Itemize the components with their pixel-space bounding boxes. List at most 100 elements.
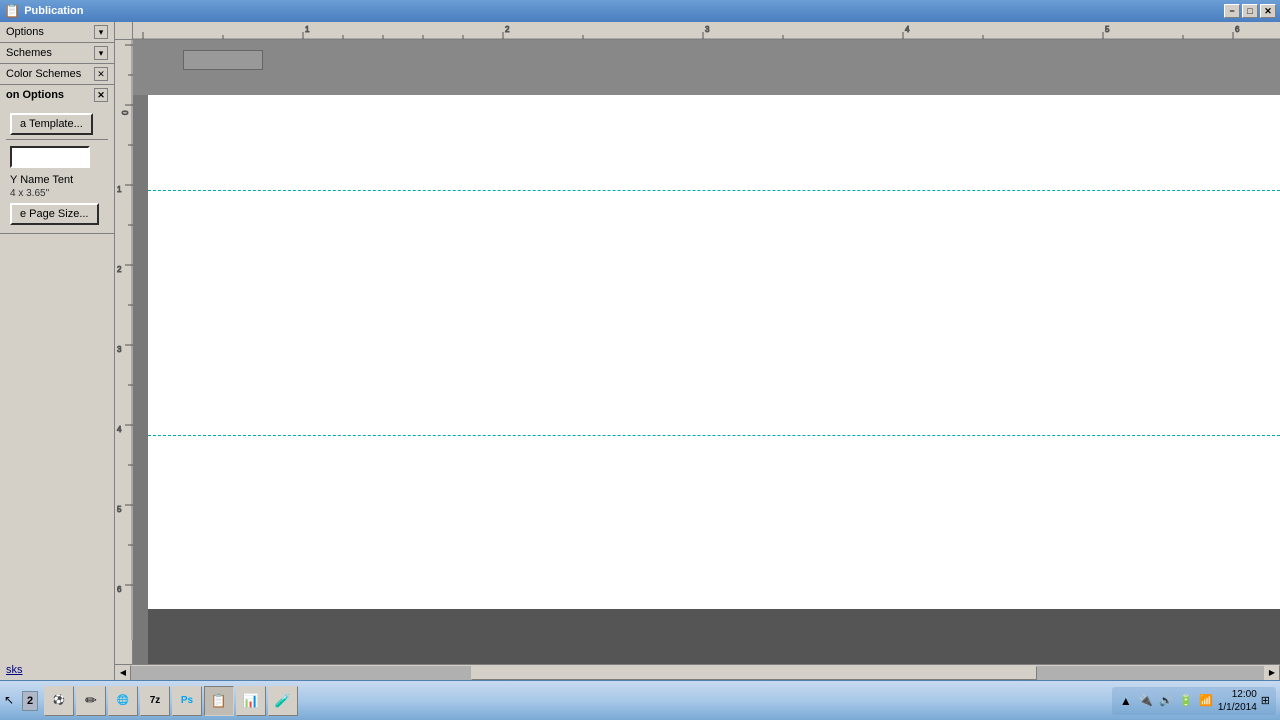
canvas-area: Ruler ticks generated by loop below 1 bbox=[115, 22, 1280, 680]
schemes-section: Schemes ▾ bbox=[0, 43, 114, 64]
taskbar-icon-ball[interactable]: ⚽ bbox=[44, 686, 74, 716]
scroll-right-btn[interactable]: ▶ bbox=[1264, 665, 1280, 681]
tray-resize-icon: ⊞ bbox=[1261, 694, 1270, 707]
options-label: Options bbox=[6, 26, 44, 38]
color-schemes-label: Color Schemes bbox=[6, 68, 81, 80]
svg-text:3: 3 bbox=[705, 25, 710, 34]
taskbar-icon-calc[interactable]: 📊 bbox=[236, 686, 266, 716]
pub-options-section: on Options ✕ a Template... Y Name Tent 4… bbox=[0, 85, 114, 234]
ball-icon: ⚽ bbox=[53, 695, 65, 706]
pub-options-title: on Options bbox=[6, 89, 64, 101]
horizontal-ruler: Ruler ticks generated by loop below 1 bbox=[133, 22, 1280, 40]
pub-size-display: 4 x 3.65" bbox=[10, 188, 104, 199]
page-area bbox=[148, 95, 1280, 609]
taskbar-icon-photoshop[interactable]: Ps bbox=[172, 686, 202, 716]
ruler-corner bbox=[115, 22, 133, 40]
taskbar-icon-pen[interactable]: ✏ bbox=[76, 686, 106, 716]
pen-icon: ✏ bbox=[85, 692, 97, 709]
color-schemes-collapse-btn[interactable]: ✕ bbox=[94, 67, 108, 81]
time-display: 12:00 bbox=[1218, 688, 1257, 701]
taskbar-icon-chrome[interactable]: 🌐 bbox=[108, 686, 138, 716]
tray-volume[interactable]: 🔊 bbox=[1158, 693, 1174, 709]
ruler-marks: 1 2 3 4 5 bbox=[133, 22, 1280, 40]
ruler-top: Ruler ticks generated by loop below 1 bbox=[115, 22, 1280, 40]
toolbar-element bbox=[183, 50, 263, 70]
color-schemes-section: Color Schemes ✕ bbox=[0, 64, 114, 85]
svg-text:4: 4 bbox=[905, 25, 910, 34]
cursor-icon: ↖ bbox=[4, 693, 20, 709]
taskbar-icon-flask[interactable]: 🧪 bbox=[268, 686, 298, 716]
svg-text:2: 2 bbox=[117, 265, 122, 274]
system-tray: ▲ 🔌 🔊 🔋 📶 12:00 1/1/2014 ⊞ bbox=[1112, 687, 1276, 715]
title-bar-controls: − □ ✕ bbox=[1224, 4, 1276, 18]
cursor-indicator: ↖ 2 bbox=[4, 691, 38, 711]
svg-text:5: 5 bbox=[117, 505, 122, 514]
tray-wifi[interactable]: 📶 bbox=[1198, 693, 1214, 709]
maximize-button[interactable]: □ bbox=[1242, 4, 1258, 18]
svg-text:1: 1 bbox=[117, 185, 122, 194]
schemes-collapse-btn[interactable]: ▾ bbox=[94, 46, 108, 60]
divider-1 bbox=[6, 139, 108, 140]
color-schemes-header[interactable]: Color Schemes ✕ bbox=[0, 64, 114, 84]
svg-text:5: 5 bbox=[1105, 25, 1110, 34]
scroll-thumb-h[interactable] bbox=[471, 666, 1038, 680]
chrome-icon: 🌐 bbox=[117, 695, 129, 706]
left-panel: Options ▾ Schemes ▾ Color Schemes ✕ bbox=[0, 22, 115, 680]
flask-icon: 🧪 bbox=[275, 693, 291, 709]
options-section: Options ▾ bbox=[0, 22, 114, 43]
svg-text:3: 3 bbox=[117, 345, 122, 354]
calc-icon: 📊 bbox=[243, 693, 259, 709]
taskbar-icon-publisher[interactable]: 📋 bbox=[204, 686, 234, 716]
main-area: Options ▾ Schemes ▾ Color Schemes ✕ bbox=[0, 22, 1280, 680]
app-icon: 📋 bbox=[4, 3, 20, 19]
app-window: 📋 Publication − □ ✕ Options ▾ Schemes bbox=[0, 0, 1280, 720]
top-gray-bar bbox=[133, 40, 1280, 95]
pub-options-header: on Options ✕ bbox=[0, 85, 114, 105]
scroll-left-btn[interactable]: ◀ bbox=[115, 665, 131, 681]
options-header[interactable]: Options ▾ bbox=[0, 22, 114, 42]
canvas-scroll-area: 0 1 2 3 4 bbox=[115, 40, 1280, 664]
pub-options-content: a Template... Y Name Tent 4 x 3.65" e Pa… bbox=[0, 105, 114, 233]
schemes-label: Schemes bbox=[6, 47, 52, 59]
h-scrollbar[interactable]: ◀ ▶ bbox=[115, 664, 1280, 680]
taskbar-icon-7zip[interactable]: 7z bbox=[140, 686, 170, 716]
vertical-ruler: 0 1 2 3 4 bbox=[115, 40, 133, 664]
7zip-icon: 7z bbox=[150, 695, 161, 706]
options-collapse-btn[interactable]: ▾ bbox=[94, 25, 108, 39]
tray-battery[interactable]: 🔋 bbox=[1178, 693, 1194, 709]
clock: 12:00 1/1/2014 bbox=[1218, 688, 1257, 714]
guide-line-2 bbox=[148, 435, 1280, 436]
svg-text:6: 6 bbox=[117, 585, 122, 594]
tasks-link[interactable]: sks bbox=[0, 660, 114, 680]
pub-name-display: Y Name Tent bbox=[10, 174, 104, 186]
svg-text:4: 4 bbox=[117, 425, 122, 434]
close-button[interactable]: ✕ bbox=[1260, 4, 1276, 18]
window-title: Publication bbox=[24, 5, 83, 17]
minimize-button[interactable]: − bbox=[1224, 4, 1240, 18]
tray-network[interactable]: 🔌 bbox=[1138, 693, 1154, 709]
title-bar: 📋 Publication − □ ✕ bbox=[0, 0, 1280, 22]
ruler-v-svg: 0 1 2 3 4 bbox=[115, 40, 133, 640]
template-button[interactable]: a Template... bbox=[10, 113, 93, 135]
scroll-track-h[interactable] bbox=[131, 666, 1264, 680]
title-bar-left: 📋 Publication bbox=[4, 3, 83, 19]
schemes-header[interactable]: Schemes ▾ bbox=[0, 43, 114, 63]
svg-text:0: 0 bbox=[121, 110, 130, 115]
name-input-container bbox=[6, 144, 108, 170]
page-number: 2 bbox=[22, 691, 38, 711]
svg-text:2: 2 bbox=[505, 25, 510, 34]
tray-arrow[interactable]: ▲ bbox=[1118, 693, 1134, 709]
guide-line-1 bbox=[148, 190, 1280, 191]
ps-icon: Ps bbox=[181, 695, 193, 706]
canvas-content[interactable] bbox=[133, 40, 1280, 664]
publisher-icon: 📋 bbox=[211, 693, 227, 709]
panel-spacer bbox=[0, 234, 114, 660]
date-display: 1/1/2014 bbox=[1218, 701, 1257, 714]
svg-text:1: 1 bbox=[305, 25, 310, 34]
taskbar: ↖ 2 ⚽ ✏ 🌐 7z Ps 📋 📊 🧪 ▲ bbox=[0, 680, 1280, 720]
pub-options-close-btn[interactable]: ✕ bbox=[94, 88, 108, 102]
pub-name-input[interactable] bbox=[10, 146, 90, 168]
bottom-dark-bar bbox=[148, 609, 1280, 664]
page-size-button[interactable]: e Page Size... bbox=[10, 203, 99, 225]
svg-text:6: 6 bbox=[1235, 25, 1240, 34]
